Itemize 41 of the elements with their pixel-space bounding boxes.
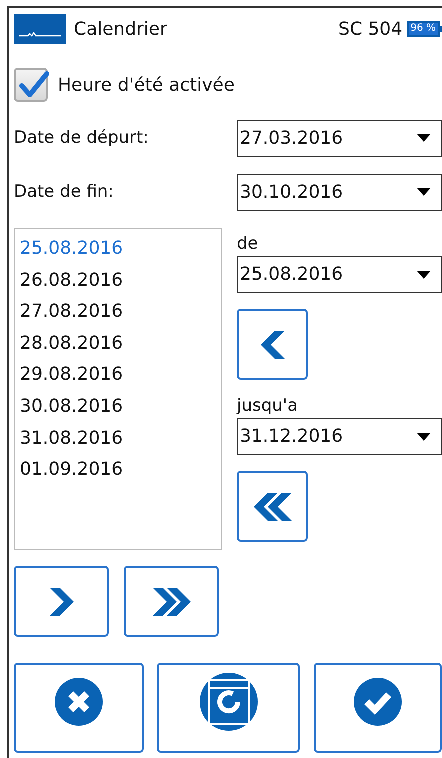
checkbox-label: Heure d'été activée xyxy=(58,74,235,96)
date-item[interactable]: 30.08.2016 xyxy=(20,390,221,423)
double-chevron-left-icon xyxy=(254,492,292,520)
dropdown-arrow-icon xyxy=(417,134,431,142)
back-all-button[interactable] xyxy=(237,471,308,542)
dropdown-arrow-icon xyxy=(417,432,431,440)
to-label: jusqu'a xyxy=(237,395,298,418)
date-dropdown[interactable]: 27.03.2016 xyxy=(237,120,442,156)
logo-icon xyxy=(14,14,66,44)
device-name: SC 504 xyxy=(338,18,403,40)
checkmark-icon xyxy=(19,71,49,99)
forward-button[interactable] xyxy=(14,566,109,637)
forward-all-button[interactable] xyxy=(124,566,219,637)
calendar-button[interactable] xyxy=(157,663,300,753)
date-item[interactable]: 29.08.2016 xyxy=(20,359,221,391)
calendar-refresh-icon xyxy=(198,672,258,732)
date-item[interactable]: 27.08.2016 xyxy=(20,296,221,328)
field-label: Date de fin: xyxy=(14,182,114,202)
window-title: Calendrier xyxy=(74,18,168,40)
date-item[interactable]: 25.08.2016 xyxy=(20,233,221,265)
dropdown-arrow-icon xyxy=(417,188,431,196)
checkbox[interactable] xyxy=(14,68,48,102)
field-label: Date de dépurt: xyxy=(14,128,149,148)
battery-icon: 96 % xyxy=(406,21,440,37)
date-dropdown[interactable]: 31.12.2016 xyxy=(237,418,442,455)
dropdown-arrow-icon xyxy=(417,270,431,278)
date-item[interactable]: 26.08.2016 xyxy=(20,264,221,296)
date-dropdown[interactable]: 30.10.2016 xyxy=(237,174,442,210)
date-dropdown[interactable]: 25.08.2016 xyxy=(237,256,442,293)
chevron-left-icon xyxy=(260,330,284,358)
cancel-button[interactable] xyxy=(14,663,144,753)
close-icon xyxy=(55,678,103,726)
from-label: de xyxy=(237,233,258,256)
confirm-button[interactable] xyxy=(314,663,442,753)
double-chevron-right-icon xyxy=(152,588,190,616)
checkmark-icon xyxy=(354,678,402,726)
date-item[interactable]: 28.08.2016 xyxy=(20,328,221,360)
date-item[interactable]: 31.08.2016 xyxy=(20,422,221,454)
chevron-right-icon xyxy=(50,588,74,616)
date-item[interactable]: 01.09.2016 xyxy=(20,454,221,486)
back-button[interactable] xyxy=(237,309,308,380)
